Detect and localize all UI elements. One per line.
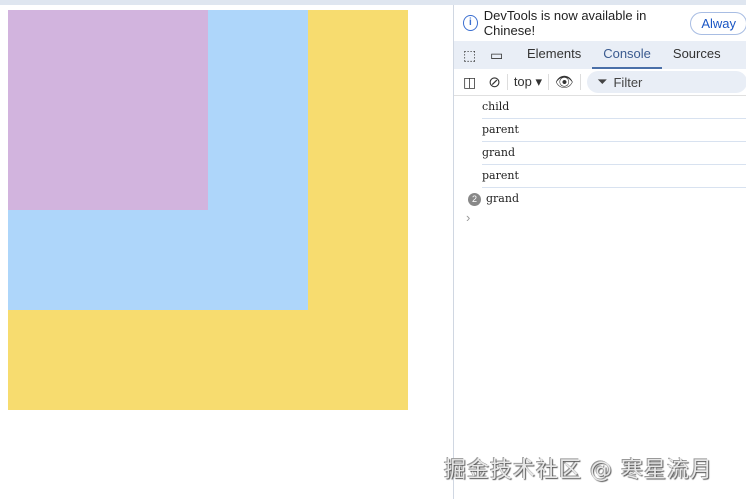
console-messages: child parent grand parent 2 grand ›	[454, 96, 746, 225]
console-message: grand	[482, 142, 746, 165]
tab-sources[interactable]: Sources	[662, 41, 732, 69]
devtools-panel: i DevTools is now available in Chinese! …	[453, 5, 746, 499]
console-message: child	[482, 96, 746, 119]
tab-console[interactable]: Console	[592, 41, 662, 69]
devtools-tabs: ⬚ ▭ Elements Console Sources	[454, 41, 746, 69]
device-toolbar-icon[interactable]: ▭	[490, 47, 508, 63]
live-expression-eye-icon[interactable]: 👁	[555, 73, 574, 91]
divider	[548, 74, 550, 90]
grand-box[interactable]	[8, 10, 408, 410]
filter-placeholder: Filter	[613, 74, 643, 90]
child-div[interactable]	[8, 10, 208, 210]
divider	[506, 74, 508, 90]
language-infobar: i DevTools is now available in Chinese! …	[454, 5, 746, 41]
watermark: 掘金技术社区 @ 寒星流月	[444, 458, 713, 483]
infobar-message: DevTools is now available in Chinese!	[483, 8, 647, 38]
tab-elements[interactable]: Elements	[516, 41, 592, 69]
repeat-count-badge: 2	[468, 192, 481, 206]
filter-icon: ⏷	[597, 74, 608, 89]
filter-input[interactable]: ⏷ Filter	[587, 71, 746, 93]
inspect-element-icon[interactable]: ⬚	[463, 47, 481, 63]
context-value: top	[513, 74, 532, 89]
info-icon: i	[463, 15, 478, 31]
parent-div[interactable]	[8, 10, 308, 310]
clear-console-icon[interactable]: ⊘	[488, 73, 501, 91]
sidebar-toggle-icon[interactable]: ◫	[463, 74, 476, 91]
grand-div[interactable]	[8, 10, 408, 410]
console-message: 2 grand	[468, 188, 746, 210]
console-prompt[interactable]: ›	[466, 210, 746, 225]
message-text: grand	[486, 192, 519, 205]
console-message: parent	[482, 165, 746, 188]
console-toolbar: ◫ ⊘ top ▾ 👁 ⏷ Filter	[454, 69, 746, 96]
always-match-button[interactable]: Alway	[690, 11, 746, 35]
divider	[580, 74, 582, 90]
context-select[interactable]: top ▾	[514, 74, 542, 90]
console-message: parent	[482, 119, 746, 142]
